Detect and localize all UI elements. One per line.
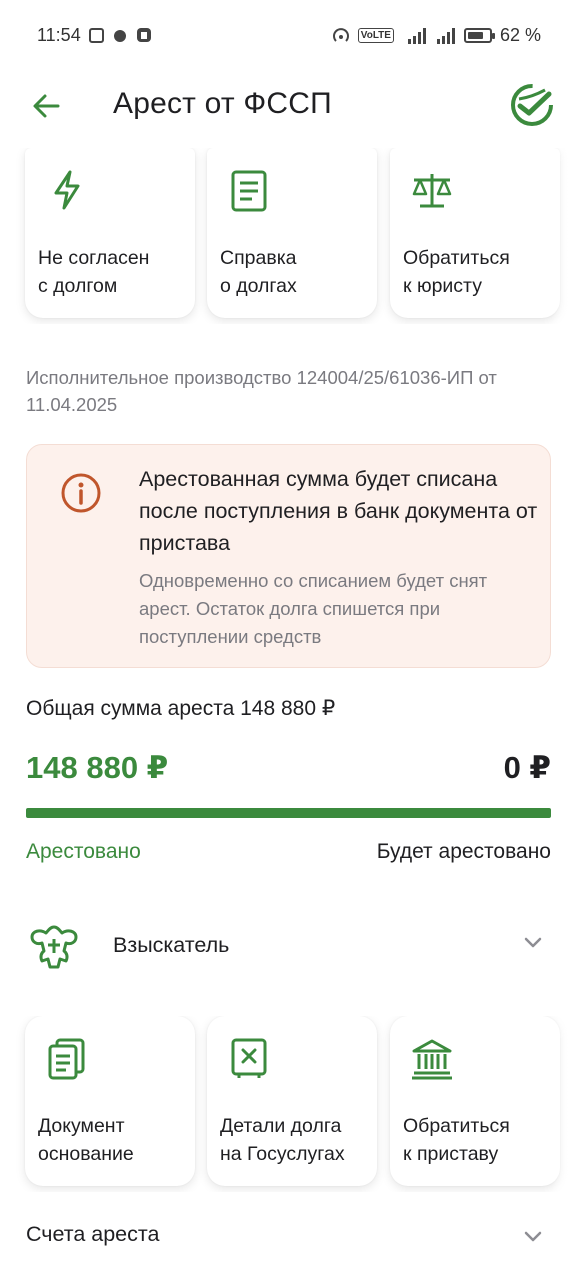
top-actions-row: Не согласен с долгом Справка о долгах Об…	[0, 148, 577, 324]
battery-text: 62 %	[499, 24, 541, 45]
arrested-label: Арестовано	[26, 840, 141, 863]
arrow-left-icon	[33, 94, 60, 118]
proceeding-text: Исполнительное производство 124004/25/61…	[26, 367, 497, 415]
chevron-down-icon	[524, 1231, 542, 1242]
gosuslugi-icon	[231, 1038, 267, 1078]
scales-icon	[412, 174, 452, 208]
app-bar: Арест от ФССП	[0, 70, 577, 148]
bottom-actions-row: Документ основание Детали долга на Госус…	[0, 1016, 577, 1192]
bank-building-icon	[412, 1039, 452, 1080]
card-contact-bailiff[interactable]: Обратиться к приставу	[390, 1016, 560, 1186]
info-box: Арестованная сумма будет списана после п…	[26, 444, 551, 668]
card-label: Документ основание	[38, 1115, 134, 1165]
info-icon	[61, 473, 101, 513]
documents-icon	[48, 1038, 85, 1080]
card-label: Обратиться к приставу	[403, 1115, 510, 1165]
arrest-progress-bar	[26, 808, 551, 818]
accounts-section[interactable]: Счета ареста	[0, 1200, 577, 1270]
card-label: Не согласен с долгом	[38, 247, 150, 297]
status-time: 11:54	[37, 24, 81, 45]
card-disagree-debt[interactable]: Не согласен с долгом	[25, 148, 195, 318]
volte-icon: VoLTE	[357, 27, 394, 43]
hotspot-icon	[332, 27, 350, 43]
chevron-down-icon	[524, 937, 542, 948]
sber-logo-icon[interactable]	[511, 84, 553, 126]
card-label: Детали долга на Госуслугах	[220, 1115, 345, 1165]
document-icon	[231, 170, 267, 212]
nfc-icon	[88, 27, 104, 43]
app-notification-icon	[136, 27, 152, 43]
accounts-label: Счета ареста	[26, 1222, 160, 1246]
card-base-document[interactable]: Документ основание	[25, 1016, 195, 1186]
pending-label: Будет арестовано	[376, 840, 551, 863]
status-left: 11:54	[37, 25, 152, 46]
arrested-amount: 148 880 ₽	[26, 750, 169, 785]
signal-icon	[436, 27, 456, 44]
collector-section[interactable]: Взыскатель	[0, 912, 577, 982]
collector-label: Взыскатель	[113, 933, 230, 957]
status-right: VoLTE 62 %	[332, 25, 541, 46]
arrest-progress-fill	[26, 808, 551, 818]
card-label: Справка о долгах	[220, 247, 297, 297]
card-debt-certificate[interactable]: Справка о долгах	[207, 148, 377, 318]
total-arrest-label: Общая сумма ареста 148 880 ₽	[26, 697, 336, 720]
battery-icon	[463, 27, 495, 43]
card-label: Обратиться к юристу	[403, 247, 510, 297]
card-contact-lawyer[interactable]: Обратиться к юристу	[390, 148, 560, 318]
emblem-icon	[30, 925, 78, 969]
pending-amount: 0 ₽	[503, 750, 551, 785]
card-debt-details-gosuslugi[interactable]: Детали долга на Госуслугах	[207, 1016, 377, 1186]
alarm-icon	[112, 27, 128, 43]
page-title: Арест от ФССП	[113, 87, 332, 120]
status-bar: 11:54 VoLTE 62 %	[0, 0, 577, 70]
info-text: Одновременно со списанием будет снят аре…	[139, 570, 488, 647]
back-button[interactable]	[28, 88, 64, 124]
signal-4g-icon	[402, 27, 428, 44]
info-title: Арестованная сумма будет списана после п…	[139, 467, 538, 555]
lightning-icon	[54, 170, 80, 210]
